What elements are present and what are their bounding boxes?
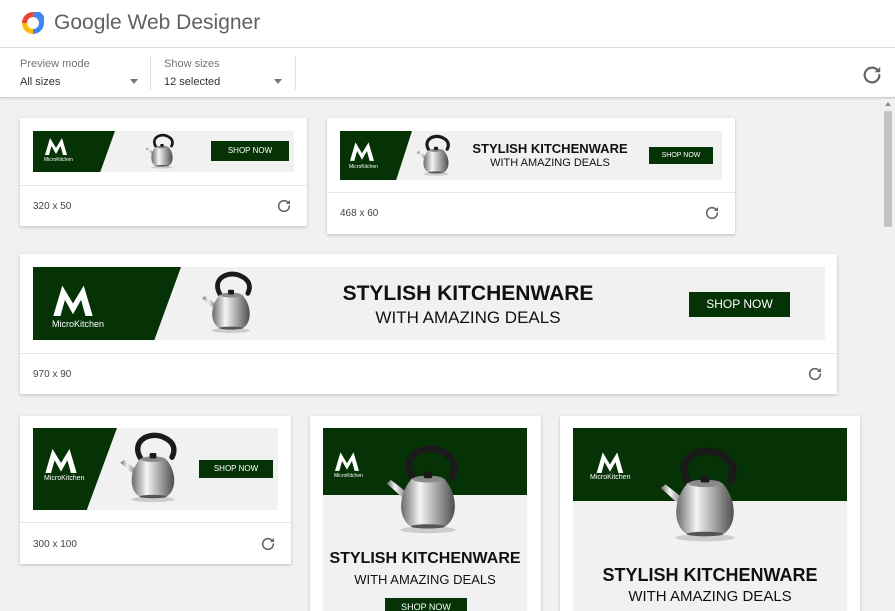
toolbar-divider xyxy=(150,56,151,90)
microkitchen-logo xyxy=(335,452,359,471)
chevron-down-icon xyxy=(130,79,138,84)
preview-card-320x50: MicroKitchen SHOP NOW 320 x 50 xyxy=(20,118,307,226)
refresh-icon[interactable] xyxy=(260,536,276,552)
ad-headline: STYLISH KITCHENWARE xyxy=(602,565,818,585)
app-title: Google Web Designer xyxy=(54,11,261,34)
microkitchen-logo xyxy=(596,452,624,473)
ad-banner-970x90: MicroKitchen STYLISH KITCHENWARE WITH AM… xyxy=(33,267,825,340)
shop-now-button[interactable]: SHOP NOW xyxy=(211,141,289,161)
show-sizes-select[interactable]: Show sizes 12 selected xyxy=(164,55,282,91)
app-header: Google Web Designer xyxy=(0,0,895,48)
ad-banner-large-vertical: MicroKitchen STYLISH KITCHENWARE WITH AM… xyxy=(573,428,847,611)
refresh-icon[interactable] xyxy=(276,198,292,214)
ad-brand-name: MicroKitchen xyxy=(52,319,105,329)
preview-mode-label: Preview mode xyxy=(20,58,90,70)
ad-banner-vertical: MicroKitchen STYLISH KITCHENWARE WITH AM… xyxy=(323,428,527,611)
kettle-image xyxy=(201,269,261,335)
ad-subline: WITH AMAZING DEALS xyxy=(375,308,561,327)
ad-subline: WITH AMAZING DEALS xyxy=(628,588,792,605)
preview-card-468x60: MicroKitchen STYLISH KITCHENWARE WITH AM… xyxy=(327,118,735,234)
ad-banner-320x50: MicroKitchen SHOP NOW xyxy=(33,131,294,172)
ad-banner-468x60: MicroKitchen STYLISH KITCHENWARE WITH AM… xyxy=(340,131,722,180)
kettle-image xyxy=(659,436,751,552)
ad-brand-name: MicroKitchen xyxy=(334,473,363,479)
ad-headline: STYLISH KITCHENWARE xyxy=(342,282,594,305)
size-label: 320 x 50 xyxy=(33,201,72,212)
refresh-icon[interactable] xyxy=(807,366,823,382)
chevron-down-icon xyxy=(274,79,282,84)
scroll-thumb[interactable] xyxy=(884,111,892,227)
card-footer: 468 x 60 xyxy=(327,192,735,234)
preview-card-970x90: MicroKitchen STYLISH KITCHENWARE WITH AM… xyxy=(20,254,837,394)
app-logo-icon xyxy=(22,12,44,34)
shop-now-button[interactable]: SHOP NOW xyxy=(385,598,467,611)
microkitchen-logo xyxy=(350,142,374,161)
card-footer: 320 x 50 xyxy=(20,185,307,226)
scroll-up-arrow-icon[interactable] xyxy=(885,102,891,106)
show-sizes-value: 12 selected xyxy=(164,76,221,88)
preview-mode-value: All sizes xyxy=(20,76,61,88)
size-label: 468 x 60 xyxy=(340,208,379,219)
preview-card-300x100: MicroKitchen SHOP NOW 300 x 100 xyxy=(20,416,291,564)
kettle-image xyxy=(119,430,187,504)
ad-headline: STYLISH KITCHENWARE xyxy=(329,550,521,567)
ad-brand-name: MicroKitchen xyxy=(44,157,73,163)
ad-brand-name: MicroKitchen xyxy=(349,164,378,170)
ad-banner-300x100: MicroKitchen SHOP NOW xyxy=(33,428,278,510)
microkitchen-logo xyxy=(45,448,77,473)
card-footer: 970 x 90 xyxy=(20,353,837,394)
size-label: 300 x 100 xyxy=(33,539,77,550)
preview-card-vertical: MicroKitchen STYLISH KITCHENWARE WITH AM… xyxy=(310,416,541,611)
shop-now-button[interactable]: SHOP NOW xyxy=(689,292,790,317)
preview-mode-select[interactable]: Preview mode All sizes xyxy=(20,55,138,91)
show-sizes-label: Show sizes xyxy=(164,58,220,70)
card-footer: 300 x 100 xyxy=(20,522,291,564)
ad-brand-name: MicroKitchen xyxy=(590,474,631,481)
shop-now-button[interactable]: SHOP NOW xyxy=(649,147,713,164)
toolbar-divider xyxy=(295,56,296,90)
scrollbar[interactable] xyxy=(881,99,895,611)
size-label: 970 x 90 xyxy=(33,369,72,380)
microkitchen-logo xyxy=(53,285,93,316)
ad-brand-name: MicroKitchen xyxy=(44,475,85,482)
toolbar: Preview mode All sizes Show sizes 12 sel… xyxy=(0,48,895,98)
refresh-icon[interactable] xyxy=(704,205,720,221)
ad-headline: STYLISH KITCHENWARE xyxy=(472,141,628,156)
ad-subline: WITH AMAZING DEALS xyxy=(490,157,610,169)
kettle-image xyxy=(415,134,451,178)
kettle-image xyxy=(385,436,471,542)
shop-now-button[interactable]: SHOP NOW xyxy=(199,460,273,478)
preview-card-large-vertical: MicroKitchen STYLISH KITCHENWARE WITH AM… xyxy=(560,416,860,611)
microkitchen-logo xyxy=(45,138,67,155)
refresh-all-icon[interactable] xyxy=(861,64,883,86)
kettle-image xyxy=(144,133,175,170)
ad-subline: WITH AMAZING DEALS xyxy=(354,572,496,587)
